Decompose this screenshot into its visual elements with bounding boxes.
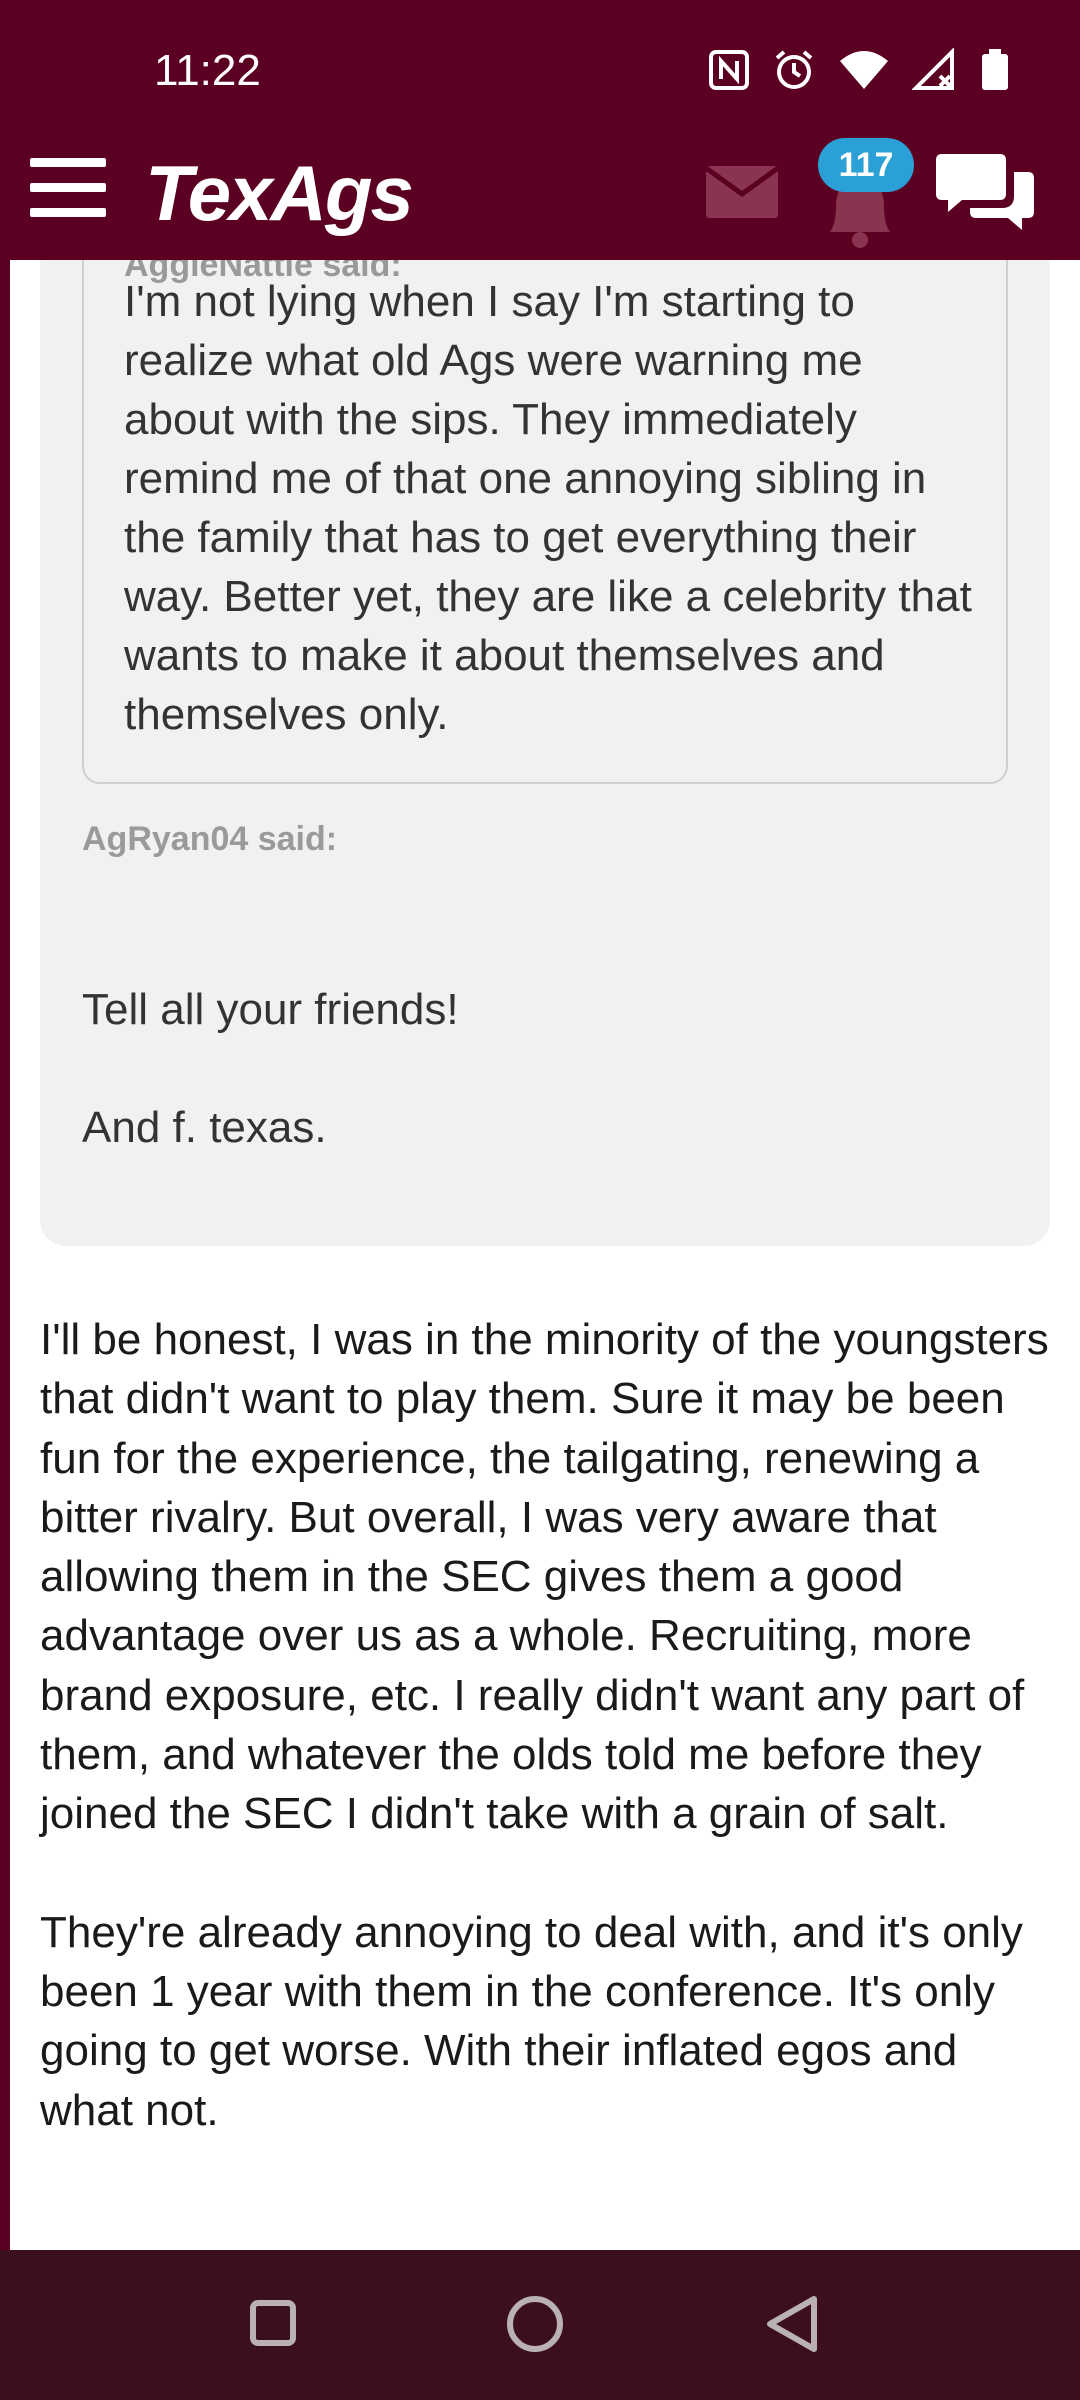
quote-text-outer-line2: And f. texas. [82, 1103, 327, 1152]
battery-icon [982, 49, 1008, 90]
quote-block-inner: AggieNattie said: I'm not lying when I s… [82, 260, 1008, 784]
wifi-icon [840, 51, 888, 89]
hamburger-icon [30, 158, 106, 167]
hamburger-menu-button[interactable] [30, 158, 106, 218]
mail-icon[interactable] [706, 166, 778, 218]
post-paragraph: They're already annoying to deal with, a… [40, 1907, 1023, 2135]
home-circle-icon[interactable] [507, 2296, 563, 2352]
nfc-icon [709, 50, 749, 90]
post-paragraph: I'll be honest, I was in the minority of… [40, 1315, 1049, 1839]
quote-block-outer: AggieNattie said: I'm not lying when I s… [40, 260, 1050, 1246]
thread-content[interactable]: AggieNattie said: I'm not lying when I s… [10, 260, 1080, 2250]
status-icons [708, 48, 1010, 92]
alarm-icon [775, 50, 813, 89]
system-nav-bar [0, 2250, 1080, 2400]
hamburger-icon-bar [30, 208, 106, 217]
texags-logo[interactable]: TexAgs [145, 148, 414, 239]
quote-text-outer-line1: Tell all your friends! [82, 985, 459, 1034]
quote-text-inner: I'm not lying when I say I'm starting to… [124, 277, 972, 739]
signal-icon [912, 48, 954, 90]
chat-bubbles-icon[interactable] [936, 150, 1034, 236]
app-header: 11:22 TexAgs 117 [0, 0, 1080, 260]
status-bar: 11:22 [0, 0, 1080, 140]
notification-badge[interactable]: 117 [818, 138, 914, 192]
hamburger-icon-bar [30, 183, 106, 192]
recents-square-icon[interactable] [250, 2300, 296, 2346]
top-nav: TexAgs 117 [0, 138, 1080, 260]
post-body: I'll be honest, I was in the minority of… [40, 1310, 1060, 2140]
quote-author-outer[interactable]: AgRyan04 said: [82, 820, 337, 859]
status-time: 11:22 [154, 46, 261, 95]
back-triangle-icon[interactable] [764, 2294, 820, 2354]
